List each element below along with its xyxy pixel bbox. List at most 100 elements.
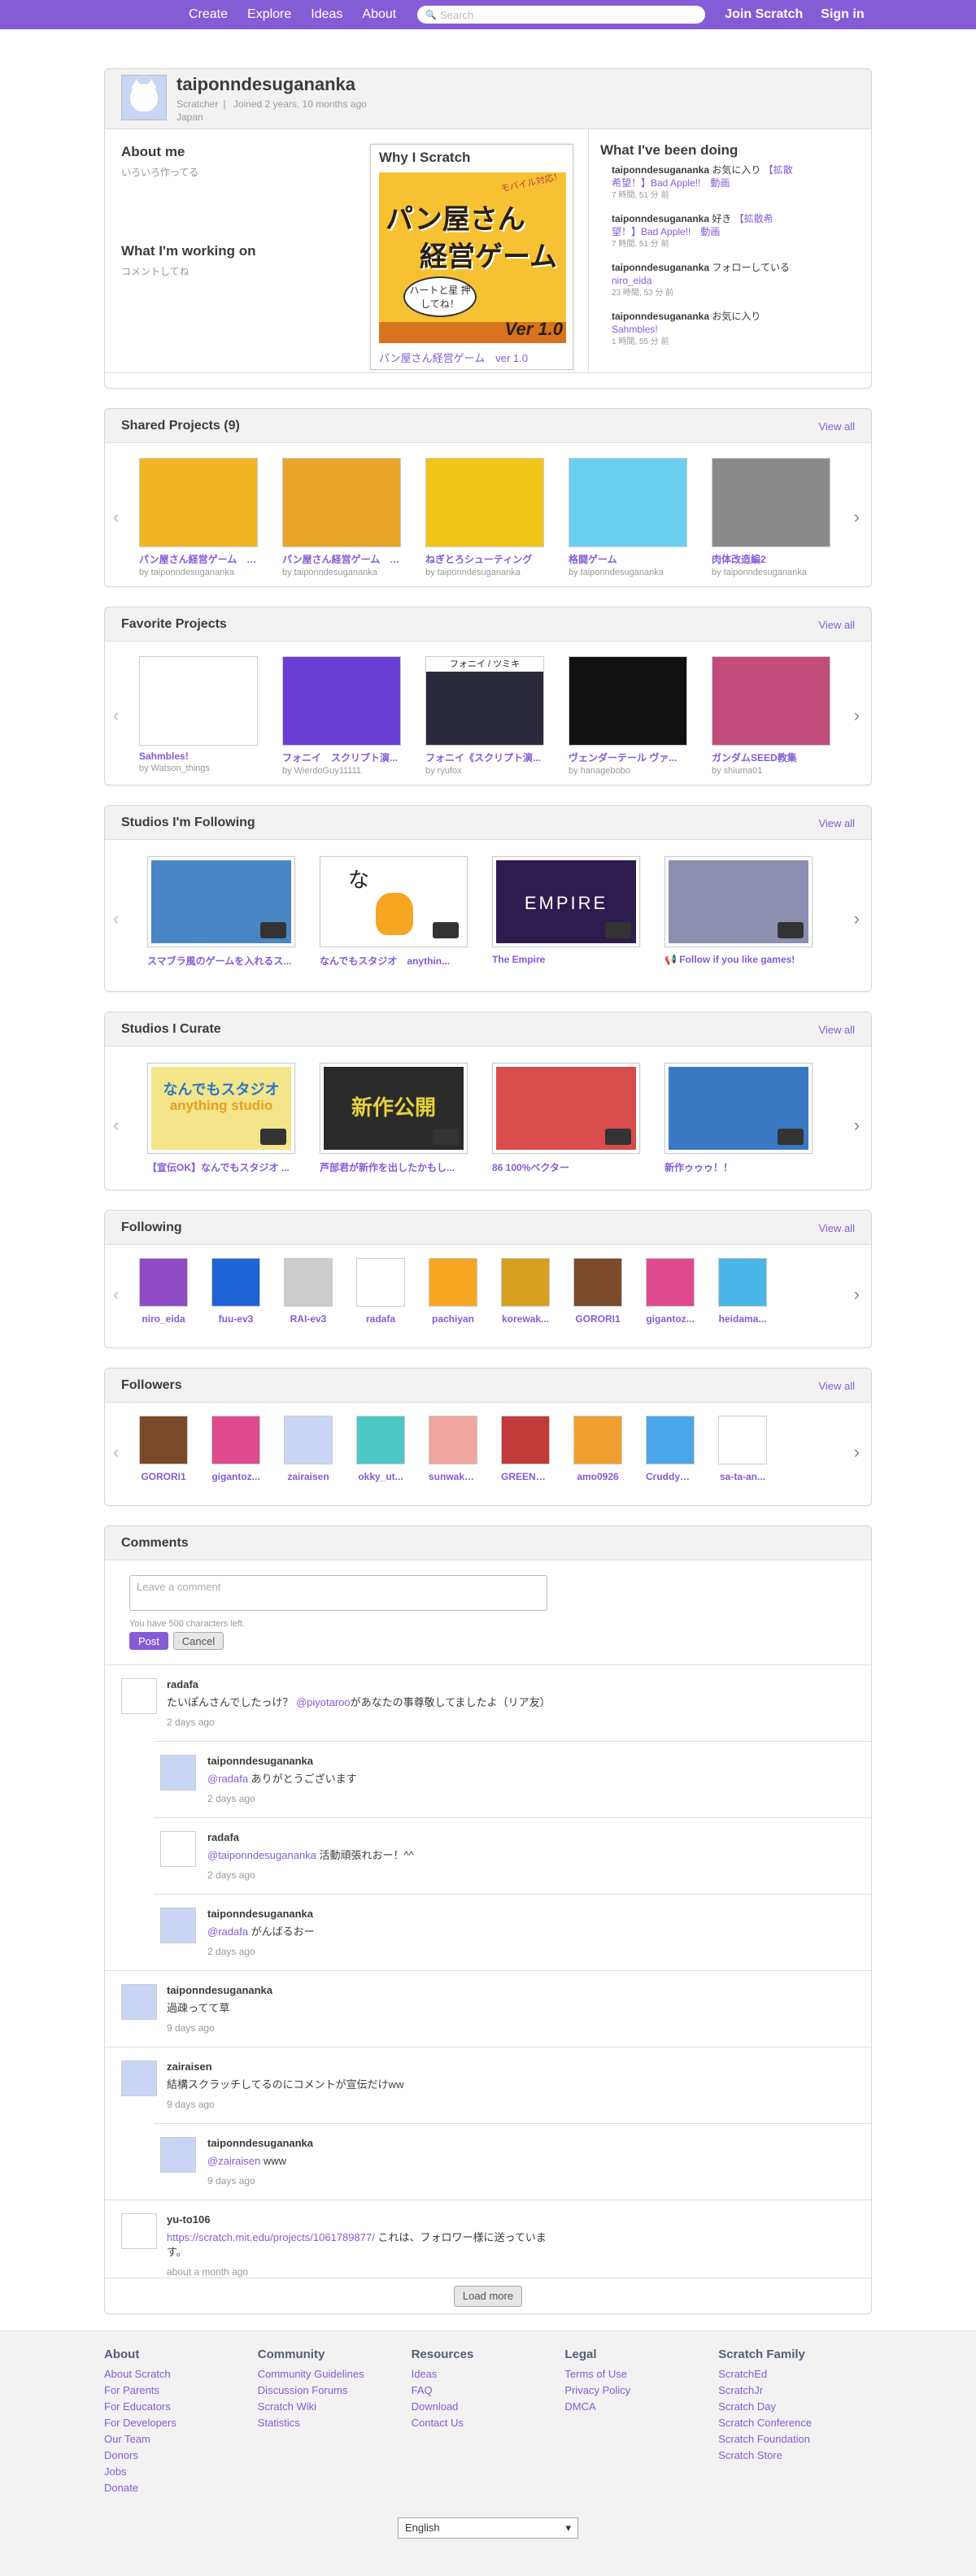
- carousel-right-icon[interactable]: ›: [854, 908, 860, 929]
- footer-link[interactable]: Scratch Foundation: [718, 2431, 872, 2448]
- studio-tile[interactable]: EMPIRE The Empire: [492, 856, 643, 968]
- project-tile[interactable]: フォニイ / ツミキ フォニイ《スクリプト演... by ryufox: [425, 656, 547, 776]
- user-name[interactable]: korewak...: [501, 1313, 550, 1325]
- user-avatar[interactable]: [139, 1258, 188, 1307]
- user-avatar[interactable]: [284, 1258, 333, 1307]
- user-name[interactable]: heidama...: [718, 1313, 767, 1325]
- user-name[interactable]: pachiyan: [429, 1313, 477, 1325]
- studio-tile[interactable]: ななんでもスタジオ anythin...: [320, 856, 471, 968]
- project-thumbnail[interactable]: [425, 458, 544, 547]
- footer-link[interactable]: DMCA: [564, 2399, 718, 2415]
- join-button[interactable]: Join Scratch: [725, 7, 803, 22]
- user-tile[interactable]: gigantoz...: [646, 1258, 695, 1325]
- project-tile[interactable]: フォニイ スクリプト演... by WierdoGuy11111: [282, 656, 404, 776]
- user-tile[interactable]: sa-ta-an...: [718, 1416, 767, 1482]
- project-tile[interactable]: ガンダムSEED教集 by shiuma01: [712, 656, 834, 776]
- comment-avatar[interactable]: [160, 1755, 196, 1791]
- studio-title[interactable]: なんでもスタジオ anythin...: [320, 954, 468, 968]
- studio-tile[interactable]: なんでもスタジオ anything studio 【宣伝OK】なんでもスタジオ ..…: [147, 1063, 298, 1174]
- user-avatar[interactable]: [718, 1258, 767, 1307]
- footer-link[interactable]: Scratch Wiki: [258, 2399, 412, 2415]
- user-name[interactable]: okky_ut...: [356, 1471, 405, 1482]
- studio-title[interactable]: 【宣伝OK】なんでもスタジオ ...: [147, 1160, 295, 1174]
- carousel-left-icon[interactable]: ‹: [113, 1442, 119, 1463]
- user-avatar[interactable]: [501, 1416, 550, 1464]
- cancel-button[interactable]: Cancel: [173, 1632, 224, 1650]
- project-thumbnail[interactable]: [569, 458, 687, 547]
- comment-username[interactable]: taiponndesugananka: [207, 1755, 871, 1767]
- footer-link[interactable]: Donors: [104, 2448, 258, 2464]
- user-tile[interactable]: gigantoz...: [211, 1416, 260, 1482]
- studio-title[interactable]: 📢 Follow if you like games!: [664, 954, 813, 965]
- project-title[interactable]: パン屋さん経営ゲーム ver...: [139, 552, 258, 566]
- comment-username[interactable]: zairaisen: [167, 2060, 871, 2073]
- project-title[interactable]: パン屋さん経営ゲーム ver...: [282, 552, 401, 566]
- user-name[interactable]: RAI-ev3: [284, 1313, 333, 1325]
- user-avatar[interactable]: [356, 1416, 405, 1464]
- footer-link[interactable]: For Parents: [104, 2382, 258, 2399]
- carousel-left-icon[interactable]: ‹: [113, 908, 119, 929]
- user-tile[interactable]: CruddyR...: [646, 1416, 695, 1482]
- footer-link[interactable]: Ideas: [412, 2366, 565, 2382]
- user-name[interactable]: niro_eida: [139, 1313, 188, 1325]
- activity-user[interactable]: taiponndesugananka: [612, 213, 709, 224]
- project-tile[interactable]: 肉体改造編2 by taiponndesugananka: [712, 458, 834, 577]
- search-input[interactable]: 🔍 Search: [417, 6, 706, 24]
- project-thumbnail[interactable]: [712, 656, 830, 746]
- project-tile[interactable]: パン屋さん経営ゲーム ver... by taiponndesugananka: [282, 458, 404, 577]
- project-thumbnail[interactable]: [282, 458, 401, 547]
- studio-thumbnail[interactable]: [664, 856, 813, 947]
- carousel-left-icon[interactable]: ‹: [113, 507, 119, 528]
- comment-username[interactable]: taiponndesugananka: [207, 2137, 871, 2149]
- project-title[interactable]: Sahmbles!: [139, 751, 258, 762]
- studio-thumbnail[interactable]: EMPIRE: [492, 856, 640, 947]
- studio-thumbnail[interactable]: [492, 1063, 640, 1154]
- nav-create[interactable]: Create: [179, 7, 237, 22]
- user-tile[interactable]: GORORI1: [573, 1258, 622, 1325]
- studio-title[interactable]: 芦部君が新作を出したかもし...: [320, 1160, 468, 1174]
- user-avatar[interactable]: [646, 1258, 695, 1307]
- footer-link[interactable]: Donate: [104, 2480, 258, 2496]
- carousel-right-icon[interactable]: ›: [854, 1442, 860, 1463]
- studio-title[interactable]: The Empire: [492, 954, 640, 965]
- user-avatar[interactable]: [573, 1416, 622, 1464]
- user-tile[interactable]: pachiyan: [429, 1258, 477, 1325]
- comment-username[interactable]: taiponndesugananka: [167, 1984, 871, 1996]
- project-thumbnail[interactable]: [139, 458, 258, 547]
- user-tile[interactable]: radafa: [356, 1258, 405, 1325]
- featured-caption[interactable]: パン屋さん経営ゲーム ver 1.0: [379, 350, 564, 365]
- footer-link[interactable]: Our Team: [104, 2431, 258, 2448]
- user-avatar[interactable]: [139, 1416, 188, 1464]
- studio-thumbnail[interactable]: [664, 1063, 813, 1154]
- project-title[interactable]: 格闘ゲーム: [569, 552, 687, 566]
- project-title[interactable]: ガンダムSEED教集: [712, 751, 830, 764]
- user-name[interactable]: gigantoz...: [646, 1313, 695, 1325]
- footer-link[interactable]: Terms of Use: [564, 2366, 718, 2382]
- footer-link[interactable]: Contact Us: [412, 2415, 565, 2431]
- user-name[interactable]: CruddyR...: [646, 1471, 695, 1482]
- user-name[interactable]: amo0926: [573, 1471, 622, 1482]
- project-tile[interactable]: 格闘ゲーム by taiponndesugananka: [569, 458, 691, 577]
- studio-tile[interactable]: 新作公開 芦部君が新作を出したかもし...: [320, 1063, 471, 1174]
- comment-avatar[interactable]: [121, 2213, 157, 2249]
- user-avatar[interactable]: [429, 1258, 477, 1307]
- project-thumbnail[interactable]: [282, 656, 401, 746]
- footer-link[interactable]: FAQ: [412, 2382, 565, 2399]
- studio-tile[interactable]: 86 100%ベクター: [492, 1063, 643, 1174]
- activity-user[interactable]: taiponndesugananka: [612, 262, 709, 273]
- comment-mention[interactable]: @piyotaroo: [296, 1696, 351, 1708]
- nav-explore[interactable]: Explore: [237, 7, 301, 22]
- followers-view-all[interactable]: View all: [818, 1380, 855, 1392]
- user-tile[interactable]: fuu-ev3: [211, 1258, 260, 1325]
- footer-link[interactable]: Scratch Conference: [718, 2415, 872, 2431]
- project-tile[interactable]: Sahmbles! by Watson_things: [139, 656, 261, 776]
- footer-link[interactable]: Jobs: [104, 2464, 258, 2480]
- nav-about[interactable]: About: [352, 7, 406, 22]
- studio-thumbnail[interactable]: な: [320, 856, 468, 947]
- comment-mention[interactable]: @radafa: [207, 1925, 248, 1938]
- activity-target[interactable]: niro_eida: [612, 275, 651, 286]
- comment-avatar[interactable]: [160, 1831, 196, 1867]
- user-name[interactable]: fuu-ev3: [211, 1313, 260, 1325]
- user-avatar[interactable]: [646, 1416, 695, 1464]
- studio-thumbnail[interactable]: [147, 856, 295, 947]
